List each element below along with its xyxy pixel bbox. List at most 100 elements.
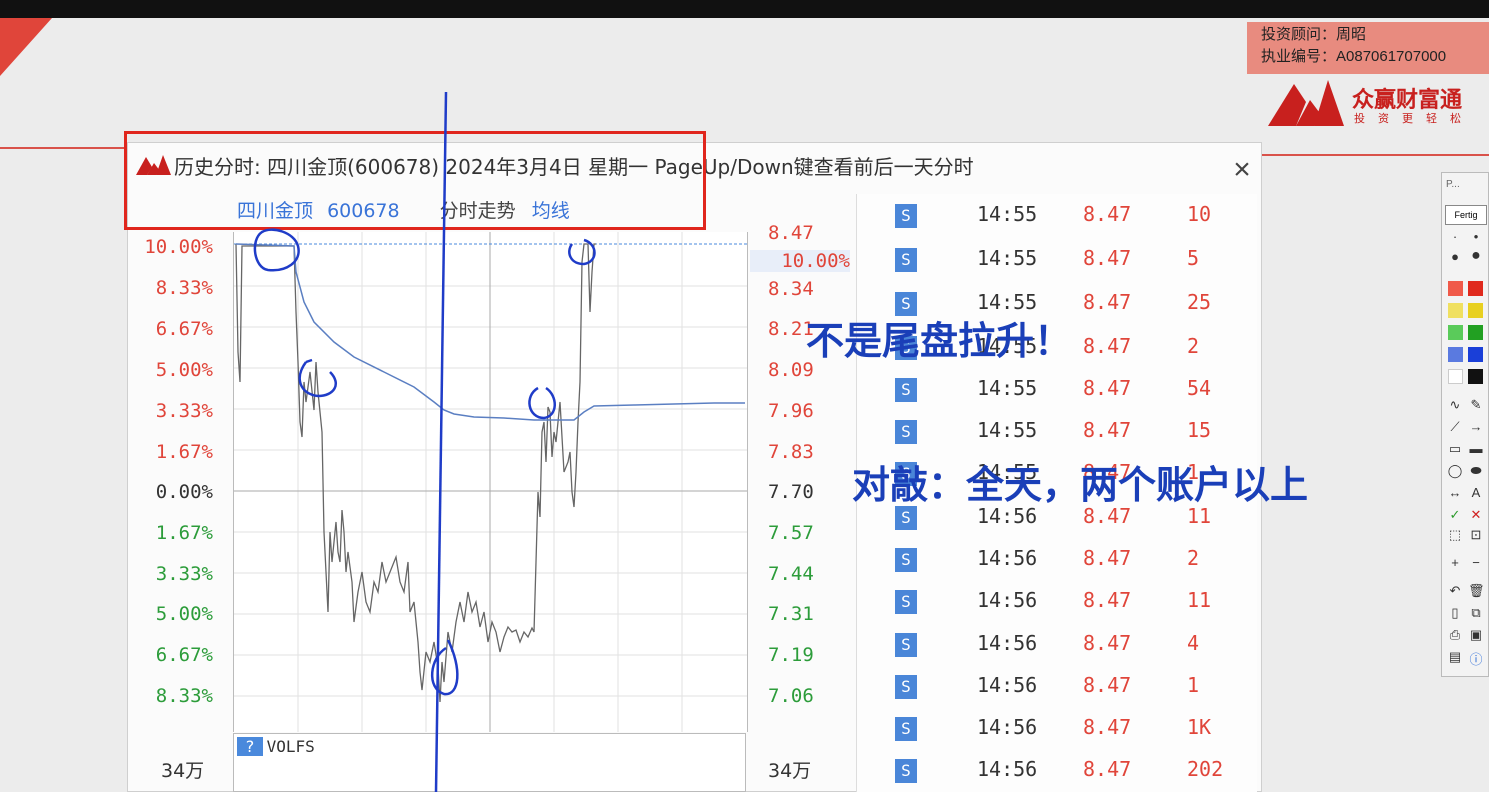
tick-time: 14:56 — [977, 673, 1038, 697]
advisor-name: 投资顾问：周昭 — [1261, 26, 1367, 43]
price-tick: 7.96 — [768, 400, 814, 422]
annotation-wash-trading: 对敲：全天，两个账户以上 — [852, 462, 1309, 507]
tick-price: 8.47 — [1083, 376, 1132, 400]
pointer-tool-icon[interactable]: · — [1447, 229, 1463, 244]
tick-time: 14:56 — [977, 588, 1038, 612]
color-swatch-yellow[interactable] — [1448, 303, 1463, 318]
color-swatch-black[interactable] — [1468, 369, 1483, 384]
color-swatch-blue-dark[interactable] — [1468, 347, 1483, 362]
tick-time: 14:55 — [977, 376, 1038, 400]
minute-chart-svg — [234, 232, 747, 732]
highlight-box — [124, 131, 706, 230]
pct-tick: 8.33% — [155, 685, 213, 707]
tick-volume: 54 — [1187, 376, 1212, 400]
sell-badge: S — [895, 633, 917, 657]
brand-mark-icon — [1268, 80, 1344, 126]
add-icon[interactable]: + — [1447, 555, 1463, 570]
minute-chart[interactable] — [233, 232, 748, 732]
color-swatch-white[interactable] — [1448, 369, 1463, 384]
color-swatch-yellow-dark[interactable] — [1468, 303, 1483, 318]
pct-tick: 6.67% — [155, 644, 213, 666]
sell-badge: S — [895, 248, 917, 272]
tick-volume: 2 — [1187, 546, 1200, 570]
tick-time: 14:55 — [977, 418, 1038, 442]
check-icon[interactable]: ✓ — [1447, 507, 1463, 523]
volume-scale-left: 34万 — [161, 760, 205, 782]
tick-row: S 14:56 8.47 11 — [857, 586, 1257, 620]
freehand-tool-icon[interactable]: ∿ — [1447, 397, 1463, 413]
help-icon[interactable]: ? — [237, 737, 263, 756]
zoom-area-icon[interactable]: ⊡ — [1468, 527, 1484, 543]
tick-volume: 202 — [1187, 757, 1224, 781]
volume-scale-right: 34万 — [768, 760, 812, 782]
annotation-not-tail-rally: 不是尾盘拉升！ — [806, 318, 1073, 363]
color-swatch-red[interactable] — [1448, 281, 1463, 296]
tick-volume: 10 — [1187, 202, 1212, 226]
price-tick: 7.70 — [768, 481, 814, 503]
arrow-tool-icon[interactable]: → — [1468, 419, 1484, 434]
screen-icon[interactable]: ▤ — [1447, 649, 1463, 665]
price-tick: 8.47 — [768, 222, 814, 244]
double-arrow-tool-icon[interactable]: ↔ — [1447, 485, 1463, 500]
copy-icon[interactable]: ⧉ — [1468, 605, 1484, 621]
tick-row: S 14:55 8.47 15 — [857, 416, 1257, 450]
tick-volume: 5 — [1187, 246, 1200, 270]
tick-row: S 14:56 8.47 4 — [857, 629, 1257, 663]
tick-price: 8.47 — [1083, 418, 1132, 442]
large-brush-icon[interactable]: ● — [1468, 247, 1484, 265]
tick-price: 8.47 — [1083, 757, 1132, 781]
volume-indicator[interactable]: ? VOLFS — [237, 737, 315, 756]
ellipse-tool-icon[interactable]: ◯ — [1447, 463, 1463, 479]
tick-row: S 14:56 8.47 1K — [857, 713, 1257, 747]
sell-badge: S — [895, 204, 917, 228]
rect-tool-icon[interactable]: ▭ — [1447, 441, 1463, 457]
color-swatch-green[interactable] — [1448, 325, 1463, 340]
color-swatch-blue[interactable] — [1448, 347, 1463, 362]
tick-row: S 14:56 8.47 202 — [857, 755, 1257, 789]
sell-badge: S — [895, 590, 917, 614]
dot-tool-icon[interactable]: • — [1468, 229, 1484, 244]
tick-time: 14:55 — [977, 246, 1038, 270]
pct-tick: 1.67% — [155, 441, 213, 463]
line-tool-icon[interactable]: ⟋ — [1447, 419, 1463, 435]
sell-badge: S — [895, 717, 917, 741]
sell-badge: S — [895, 378, 917, 402]
pct-tick: 8.33% — [155, 277, 213, 299]
pct-tick: 6.67% — [155, 318, 213, 340]
undo-icon[interactable]: ↶ — [1447, 583, 1463, 599]
pen-tool-icon[interactable]: ✎ — [1468, 397, 1484, 413]
tick-row: S 14:55 8.47 5 — [857, 244, 1257, 278]
pen-tool-panel[interactable]: P... Fertig · • ● ● ∿ ✎ ⟋ → ▭ ▬ ◯ ⬬ ↔ A … — [1441, 172, 1489, 677]
minus-icon[interactable]: − — [1468, 555, 1484, 570]
delete-x-icon[interactable]: ✕ — [1468, 507, 1484, 523]
pct-tick: 0.00% — [155, 481, 213, 503]
new-page-icon[interactable]: ▯ — [1447, 605, 1463, 621]
sell-badge: S — [895, 675, 917, 699]
color-swatch-green-dark[interactable] — [1468, 325, 1483, 340]
tick-price: 8.47 — [1083, 290, 1132, 314]
tick-row: S 14:55 8.47 54 — [857, 374, 1257, 408]
filled-ellipse-tool-icon[interactable]: ⬬ — [1468, 463, 1484, 479]
pct-tick: 3.33% — [155, 563, 213, 585]
done-button[interactable]: Fertig — [1445, 205, 1487, 225]
price-tick: 7.06 — [768, 685, 814, 707]
select-area-icon[interactable]: ⬚ — [1447, 527, 1463, 543]
tick-price: 8.47 — [1083, 588, 1132, 612]
tick-volume: 1K — [1187, 715, 1212, 739]
info-icon[interactable]: ⓘ — [1468, 649, 1484, 668]
print-icon[interactable]: ⎙ — [1447, 627, 1463, 643]
price-tick: 7.57 — [768, 522, 814, 544]
sell-badge: S — [895, 548, 917, 572]
brand-logo: 众赢财富通 投资更轻松 — [1266, 76, 1489, 130]
small-brush-icon[interactable]: ● — [1447, 249, 1463, 264]
save-icon[interactable]: ▣ — [1468, 627, 1484, 643]
color-swatch-red-dark[interactable] — [1468, 281, 1483, 296]
price-tick: 7.19 — [768, 644, 814, 666]
close-button[interactable]: × — [1226, 154, 1258, 186]
volume-indicator-name: VOLFS — [266, 737, 315, 756]
text-tool-icon[interactable]: A — [1468, 485, 1484, 500]
trash-icon[interactable]: 🗑 — [1468, 583, 1485, 599]
slide-rule-left — [0, 147, 130, 149]
pct-tick: 5.00% — [155, 359, 213, 381]
filled-rect-tool-icon[interactable]: ▬ — [1468, 441, 1484, 456]
